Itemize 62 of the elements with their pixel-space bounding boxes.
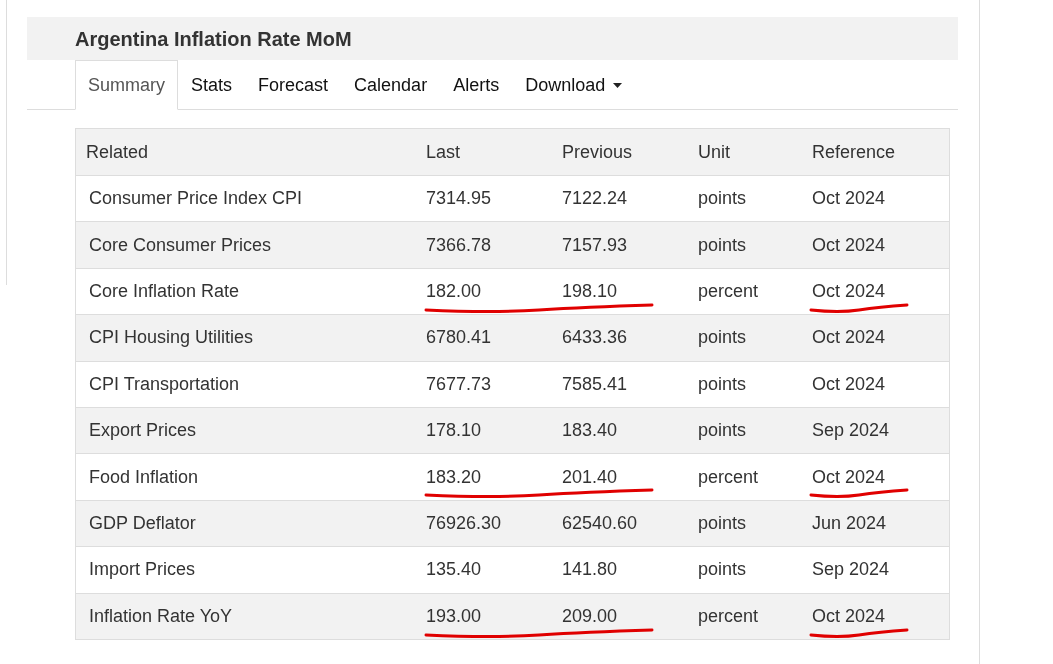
table-cell-text: percent: [697, 465, 759, 489]
table-cell-text: 7585.41: [561, 372, 628, 396]
table-cell-text: Oct 2024: [811, 233, 886, 257]
column-header: Last: [425, 140, 462, 164]
table-cell-text: 76926.30: [425, 511, 502, 535]
table-cell-text: Oct 2024: [811, 187, 886, 211]
table-cell-text: points: [697, 372, 747, 396]
table-cell-text: 182.00: [425, 279, 482, 303]
column-header: Unit: [697, 140, 731, 164]
table-cell-text: 7677.73: [425, 372, 492, 396]
table-cell-text: points: [697, 233, 747, 257]
column-header: Previous: [561, 140, 634, 164]
table-cell-text: points: [697, 419, 747, 443]
table-cell-text: points: [697, 511, 747, 535]
table-cell-text: Oct 2024: [811, 465, 886, 489]
table-cell-text: 183.20: [425, 465, 482, 489]
table-cell-text: Sep 2024: [811, 419, 890, 443]
related-link[interactable]: Food Inflation: [76, 463, 199, 491]
table-cell-text: 135.40: [425, 558, 482, 582]
tab[interactable]: Alerts: [440, 60, 513, 110]
table-cell-text: 7157.93: [561, 233, 628, 257]
related-link[interactable]: Export Prices: [76, 417, 197, 445]
table-cell-text: 62540.60: [561, 511, 638, 535]
tab[interactable]: Summary: [75, 60, 178, 110]
table-cell-text: 193.00: [425, 604, 482, 628]
table-cell-text: 7122.24: [561, 187, 628, 211]
tab[interactable]: Download: [512, 60, 636, 110]
page-title: Argentina Inflation Rate MoM: [75, 26, 352, 52]
table-cell-text: 178.10: [425, 419, 482, 443]
related-link[interactable]: GDP Deflator: [76, 509, 196, 537]
related-link[interactable]: Consumer Price Index CPI: [76, 185, 303, 213]
table-cell-text: points: [697, 326, 747, 350]
table-cell-text: Oct 2024: [811, 279, 886, 303]
related-link[interactable]: Core Inflation Rate: [76, 277, 240, 305]
table-cell-text: 201.40: [561, 465, 618, 489]
table-cell-text: percent: [697, 604, 759, 628]
table-cell-text: Oct 2024: [811, 372, 886, 396]
tab[interactable]: Forecast: [245, 60, 342, 110]
table-cell-text: 209.00: [561, 604, 618, 628]
related-link[interactable]: Inflation Rate YoY: [76, 602, 233, 630]
tab[interactable]: Calendar: [341, 60, 441, 110]
table-cell-text: 198.10: [561, 279, 618, 303]
column-header: Reference: [811, 140, 897, 164]
table-cell-text: 6780.41: [425, 326, 492, 350]
table-cell-text: Oct 2024: [811, 326, 886, 350]
table-cell-text: Jun 2024: [811, 511, 887, 535]
tab[interactable]: Stats: [178, 60, 246, 110]
table-cell-text: percent: [697, 279, 759, 303]
table-cell-text: 183.40: [561, 419, 618, 443]
table-cell-text: 141.80: [561, 558, 618, 582]
table-cell-text: 7366.78: [425, 233, 492, 257]
related-link[interactable]: CPI Transportation: [76, 370, 240, 398]
table-cell-text: points: [697, 187, 747, 211]
table-cell-text: 6433.36: [561, 326, 628, 350]
table-cell-text: points: [697, 558, 747, 582]
related-link[interactable]: CPI Housing Utilities: [76, 324, 254, 352]
table-cell-text: 7314.95: [425, 187, 492, 211]
column-header: Related: [85, 140, 150, 164]
related-link[interactable]: Core Consumer Prices: [76, 231, 272, 259]
table-cell-text: Oct 2024: [811, 604, 886, 628]
table-cell-text: Sep 2024: [811, 558, 890, 582]
related-link[interactable]: Import Prices: [76, 556, 196, 584]
